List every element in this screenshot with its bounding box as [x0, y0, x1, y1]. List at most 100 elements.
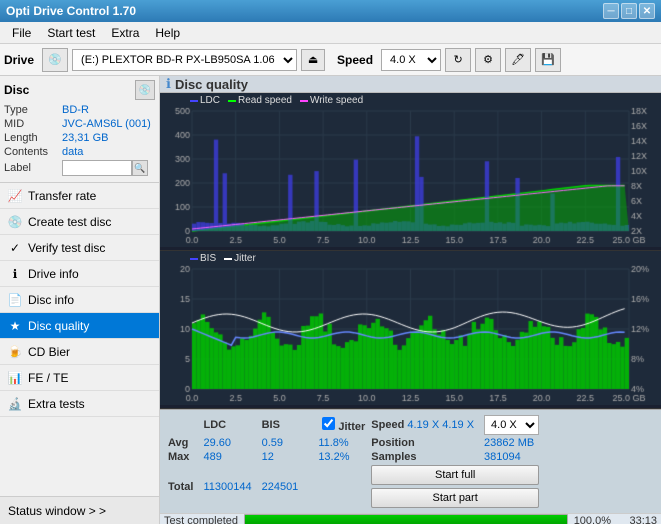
nav-disc-quality[interactable]: ★ Disc quality	[0, 313, 159, 339]
menu-extra[interactable]: Extra	[103, 24, 147, 42]
progress-time: 33:13	[617, 515, 657, 524]
speed-label: Speed	[337, 53, 373, 67]
legend-jitter: Jitter	[224, 253, 256, 264]
disc-quality-icon: ★	[8, 319, 22, 333]
speed-value: 4.19 X	[407, 419, 439, 431]
menu-start-test[interactable]: Start test	[39, 24, 103, 42]
avg-ldc: 29.60	[203, 437, 259, 449]
menu-bar: File Start test Extra Help	[0, 22, 661, 44]
total-label: Total	[168, 465, 201, 508]
app-title: Opti Drive Control 1.70	[6, 4, 136, 18]
label-search-button[interactable]: 🔍	[132, 160, 148, 176]
label-key: Label	[4, 162, 62, 174]
length-label: Length	[4, 132, 62, 144]
charts-container: LDC Read speed Write speed	[160, 93, 661, 409]
label-input[interactable]	[62, 160, 132, 176]
nav-verify-test-disc-label: Verify test disc	[28, 241, 105, 255]
total-bis: 224501	[262, 465, 307, 508]
legend-bis-label: BIS	[200, 253, 216, 264]
drive-label: Drive	[4, 53, 34, 67]
chart2-legend: BIS Jitter	[190, 253, 256, 264]
bis-chart: BIS Jitter	[160, 251, 661, 409]
nav-drive-info-label: Drive info	[28, 267, 79, 281]
fe-te-icon: 📊	[8, 371, 22, 385]
start-full-button[interactable]: Start full	[371, 465, 539, 485]
legend-jitter-label: Jitter	[234, 253, 256, 264]
samples-label: Samples	[371, 451, 482, 463]
cd-bier-icon: 🍺	[8, 345, 22, 359]
speed-select[interactable]: 4.0 X	[381, 49, 441, 71]
nav-verify-test-disc[interactable]: ✓ Verify test disc	[0, 235, 159, 261]
speed-value-display: 4.19 X	[442, 419, 474, 431]
legend-write-speed-label: Write speed	[310, 95, 363, 106]
eject-button[interactable]: ⏏	[301, 49, 325, 71]
menu-help[interactable]: Help	[147, 24, 188, 42]
chart1-legend: LDC Read speed Write speed	[190, 95, 363, 106]
legend-write-speed: Write speed	[300, 95, 363, 106]
nav-extra-tests[interactable]: 🔬 Extra tests	[0, 391, 159, 417]
status-window-label: Status window > >	[8, 504, 106, 518]
max-jitter: 13.2%	[318, 451, 369, 463]
extra-tests-icon: 🔬	[8, 397, 22, 411]
menu-file[interactable]: File	[4, 24, 39, 42]
disc-quality-title: Disc quality	[175, 77, 248, 92]
settings-button1[interactable]: ⚙	[475, 48, 501, 72]
settings-button2[interactable]: 🖊	[505, 48, 531, 72]
nav-fe-te[interactable]: 📊 FE / TE	[0, 365, 159, 391]
main-content: Disc 💿 Type BD-R MID JVC-AMS6L (001) Len…	[0, 76, 661, 524]
drive-bar: Drive 💿 (E:) PLEXTOR BD-R PX-LB950SA 1.0…	[0, 44, 661, 76]
create-test-disc-icon: 💿	[8, 215, 22, 229]
progress-fill	[245, 515, 567, 524]
nav-create-test-disc[interactable]: 💿 Create test disc	[0, 209, 159, 235]
disc-panel: Disc 💿 Type BD-R MID JVC-AMS6L (001) Len…	[0, 76, 159, 183]
nav-cd-bier-label: CD Bier	[28, 345, 70, 359]
minimize-button[interactable]: ─	[603, 3, 619, 19]
disc-quality-header: ℹ Disc quality	[160, 76, 661, 93]
stats-bar: LDC BIS Jitter Speed 4.19 X 4.19 X 4	[160, 409, 661, 513]
mid-label: MID	[4, 118, 62, 130]
maximize-button[interactable]: □	[621, 3, 637, 19]
stats-table: LDC BIS Jitter Speed 4.19 X 4.19 X 4	[166, 413, 549, 510]
jitter-checkbox[interactable]	[322, 417, 335, 430]
speed-header: Speed	[371, 419, 404, 431]
legend-read-speed: Read speed	[228, 95, 292, 106]
jitter-header: Jitter	[338, 421, 365, 433]
disc-info-button[interactable]: 💿	[135, 80, 155, 100]
title-bar: Opti Drive Control 1.70 ─ □ ✕	[0, 0, 661, 22]
drive-info-icon: ℹ	[8, 267, 22, 281]
sidebar: Disc 💿 Type BD-R MID JVC-AMS6L (001) Len…	[0, 76, 160, 524]
nav-transfer-rate[interactable]: 📈 Transfer rate	[0, 183, 159, 209]
ldc-canvas	[160, 93, 661, 247]
content-area: ℹ Disc quality LDC Read speed	[160, 76, 661, 524]
close-button[interactable]: ✕	[639, 3, 655, 19]
status-window[interactable]: Status window > >	[0, 496, 159, 524]
position-value: 23862 MB	[484, 437, 547, 449]
refresh-button[interactable]: ↻	[445, 48, 471, 72]
ldc-chart: LDC Read speed Write speed	[160, 93, 661, 251]
disc-info-icon: 📄	[8, 293, 22, 307]
total-ldc: 11300144	[203, 465, 259, 508]
nav-fe-te-label: FE / TE	[28, 371, 68, 385]
bis-header: BIS	[262, 415, 307, 435]
legend-ldc-label: LDC	[200, 95, 220, 106]
drive-icon-button[interactable]: 💿	[42, 48, 68, 72]
samples-value: 381094	[484, 451, 547, 463]
nav-cd-bier[interactable]: 🍺 CD Bier	[0, 339, 159, 365]
max-bis: 12	[262, 451, 307, 463]
nav-create-test-disc-label: Create test disc	[28, 215, 111, 229]
transfer-rate-icon: 📈	[8, 189, 22, 203]
save-button[interactable]: 💾	[535, 48, 561, 72]
start-part-button[interactable]: Start part	[371, 488, 539, 508]
nav-drive-info[interactable]: ℹ Drive info	[0, 261, 159, 287]
window-controls: ─ □ ✕	[603, 3, 655, 19]
progress-track	[244, 514, 568, 524]
avg-bis: 0.59	[262, 437, 307, 449]
speed-select2[interactable]: 4.0 X	[484, 415, 539, 435]
nav-disc-info[interactable]: 📄 Disc info	[0, 287, 159, 313]
legend-bis: BIS	[190, 253, 216, 264]
nav-disc-info-label: Disc info	[28, 293, 74, 307]
disc-quality-header-icon: ℹ	[166, 76, 171, 92]
drive-select[interactable]: (E:) PLEXTOR BD-R PX-LB950SA 1.06	[72, 49, 297, 71]
avg-label: Avg	[168, 437, 201, 449]
max-label: Max	[168, 451, 201, 463]
